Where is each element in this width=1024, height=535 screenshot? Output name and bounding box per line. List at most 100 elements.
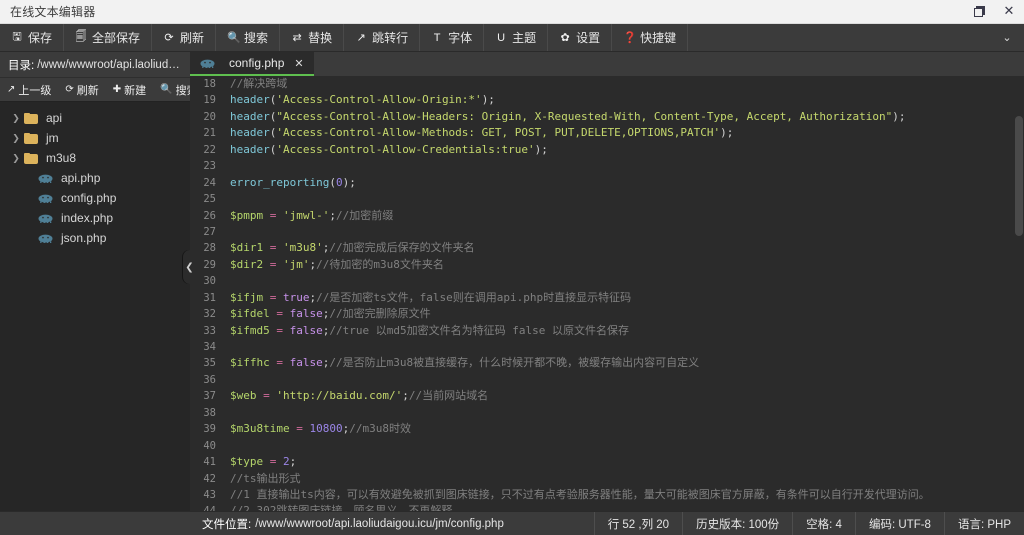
line-number: 42	[203, 472, 216, 485]
code-line[interactable]: 19 header('Access-Control-Allow-Origin:*'…	[190, 92, 1024, 108]
code-token: $ifmd5	[230, 323, 270, 337]
toolbar-save-all[interactable]: 🗐 全部保存	[64, 24, 153, 51]
code-line[interactable]: 36	[190, 372, 1024, 388]
tree-item-jm[interactable]: ❯ jm	[0, 128, 190, 148]
code-line[interactable]: 35 $iffhc = false;//是否防止m3u8被直接缓存，什么时候开都不…	[190, 355, 1024, 371]
code-line[interactable]: 44 //2 302跳转图床链接，顾名思义，不再解释	[190, 503, 1024, 511]
tree-item-index-php[interactable]: ❯ index.php	[0, 208, 190, 228]
cursor-position[interactable]: 行 52 ,列 20	[593, 512, 682, 535]
code-line[interactable]: 37 $web = 'http://baidu.com/';//当前网站域名	[190, 388, 1024, 404]
tree-item-json-php[interactable]: ❯ json.php	[0, 228, 190, 248]
history-versions[interactable]: 历史版本: 100份	[682, 512, 792, 535]
tree-item-api[interactable]: ❯ api	[0, 108, 190, 128]
tab-config-php[interactable]: config.php ✕	[190, 52, 314, 76]
code-lines[interactable]: 18//解决跨域 19 header('Access-Control-Allow-O…	[190, 76, 1024, 511]
tree-item-label: index.php	[61, 211, 114, 225]
code-line[interactable]: 20 header("Access-Control-Allow-Headers: …	[190, 109, 1024, 125]
line-number: 40	[203, 439, 216, 452]
toolbar-replace[interactable]: ⇄ 替换	[280, 24, 345, 51]
code-line[interactable]: 22 header('Access-Control-Allow-Credentia…	[190, 142, 1024, 158]
scrollbar-thumb[interactable]	[1015, 116, 1023, 236]
toolbar-refresh[interactable]: ⟳ 刷新	[152, 24, 217, 51]
editor-window: 在线文本编辑器 ✕ 🖫 保存 🗐 全部保存 ⟳ 刷新 🔍 搜索 ⇄ 替换 ↗ 跳转行 T 字体…	[0, 0, 1024, 535]
line-number: 31	[203, 291, 216, 304]
encoding[interactable]: 编码: UTF-8	[854, 512, 944, 535]
code-line[interactable]: 28 $dir1 = 'm3u8';//加密完成后保存的文件夹名	[190, 240, 1024, 256]
code-token: //待加密的m3u8文件夹名	[316, 257, 444, 271]
tree-item-m3u8[interactable]: ❯ m3u8	[0, 148, 190, 168]
code-token: $type	[230, 455, 264, 469]
close-button[interactable]: ✕	[994, 0, 1024, 24]
tree-item-config-php[interactable]: ❯ config.php	[0, 188, 190, 208]
tree-refresh-button[interactable]: ⟳ 刷新	[58, 78, 105, 101]
sidebar-collapse-handle[interactable]: ❮	[183, 250, 196, 284]
code-area[interactable]: 18//解决跨域 19 header('Access-Control-Allow-O…	[190, 76, 1024, 511]
toolbar-settings-label: 设置	[576, 31, 601, 45]
code-line[interactable]: 41 $type = 2;	[190, 454, 1024, 470]
toolbar-theme-label: 主题	[512, 31, 537, 45]
workspace: 目录: /www/wwwroot/api.laoliudaigou... ↗上一…	[0, 52, 1024, 511]
code-token: =	[263, 290, 283, 304]
line-number: 37	[203, 390, 216, 403]
restore-button[interactable]	[964, 0, 994, 24]
code-token: $pmpm	[230, 208, 264, 222]
language[interactable]: 语言: PHP	[943, 512, 1024, 535]
line-number: 41	[203, 456, 216, 469]
code-line[interactable]: 27	[190, 224, 1024, 240]
code-token: //当前网站域名	[408, 389, 489, 403]
tree-item-api-php[interactable]: ❯ api.php	[0, 168, 190, 188]
toolbar-expand-button[interactable]: ⌄	[990, 24, 1024, 51]
code-line-content: $m3u8time = 10800;//m3u8时效	[224, 421, 1024, 437]
code-token: //是否加密ts文件，false则在调用api.php时直接显示特征码	[316, 290, 632, 304]
code-line[interactable]: 34	[190, 339, 1024, 355]
goto-line-icon: ↗	[356, 32, 366, 44]
toolbar-goto-line[interactable]: ↗ 跳转行	[344, 24, 421, 51]
chevron-right-icon[interactable]: ❯	[8, 153, 24, 164]
code-token: 'Access-Control-Allow-Credentials:true'	[276, 142, 535, 156]
code-line[interactable]: 31 $ifjm = true;//是否加密ts文件，false则在调用api.p…	[190, 290, 1024, 306]
up-level-button[interactable]: ↗ 上一级	[0, 78, 58, 101]
toolbar-save[interactable]: 🖫 保存	[0, 24, 65, 51]
toolbar-save-all-label: 全部保存	[92, 31, 141, 45]
toolbar-settings[interactable]: ✿ 设置	[548, 24, 613, 51]
code-token: header	[230, 93, 270, 107]
window-controls: ✕	[964, 0, 1024, 23]
php-file-icon	[38, 212, 53, 225]
code-token: );	[481, 93, 495, 107]
code-token: //加密前缀	[335, 208, 394, 222]
toolbar-search[interactable]: 🔍 搜索	[216, 24, 281, 51]
new-file-button[interactable]: ✚ 新建	[106, 78, 153, 101]
code-line-content: $pmpm = 'jmwl-';//加密前缀	[224, 208, 1024, 224]
toolbar-font[interactable]: T 字体	[420, 24, 485, 51]
file-sidebar: 目录: /www/wwwroot/api.laoliudaigou... ↗上一…	[0, 52, 198, 511]
code-line[interactable]: 26 $pmpm = 'jmwl-';//加密前缀	[190, 208, 1024, 224]
code-token: =	[263, 455, 283, 469]
code-line[interactable]: 24 error_reporting(0);	[190, 175, 1024, 191]
toolbar-shortcuts[interactable]: ❓ 快捷键	[612, 24, 689, 51]
code-line[interactable]: 39 $m3u8time = 10800;//m3u8时效	[190, 421, 1024, 437]
code-line[interactable]: 38	[190, 405, 1024, 421]
code-line[interactable]: 30	[190, 273, 1024, 289]
tab-close-icon[interactable]: ✕	[294, 57, 303, 70]
indent-spaces[interactable]: 空格: 4	[792, 512, 855, 535]
code-line[interactable]: 33 $ifmd5 = false;//true 以md5加密文件名为特征码 fa…	[190, 323, 1024, 339]
vertical-scrollbar[interactable]	[1014, 76, 1024, 511]
chevron-right-icon[interactable]: ❯	[8, 113, 24, 124]
code-line[interactable]: 23	[190, 158, 1024, 174]
code-line[interactable]: 29 $dir2 = 'jm';//待加密的m3u8文件夹名	[190, 257, 1024, 273]
code-line[interactable]: 32 $ifdel = false;//加密完删除原文件	[190, 306, 1024, 322]
code-line[interactable]: 40	[190, 438, 1024, 454]
code-line[interactable]: 42 //ts输出形式	[190, 471, 1024, 487]
code-line-content: header("Access-Control-Allow-Headers: Or…	[224, 109, 1024, 125]
code-token: $m3u8time	[230, 422, 290, 436]
code-line[interactable]: 25	[190, 191, 1024, 207]
code-line[interactable]: 21 header('Access-Control-Allow-Methods: …	[190, 125, 1024, 141]
code-token: //加密完删除原文件	[329, 307, 431, 321]
code-line[interactable]: 43 //1 直接输出ts内容，可以有效避免被抓到图床链接，只不过有点考验服务器性…	[190, 487, 1024, 503]
directory-path[interactable]: /www/wwwroot/api.laoliudaigou...	[37, 59, 182, 71]
chevron-right-icon[interactable]: ❯	[8, 133, 24, 144]
code-line[interactable]: 18 //解决跨域	[190, 76, 1024, 92]
line-number: 19	[203, 94, 216, 107]
toolbar-theme[interactable]: U 主题	[484, 24, 549, 51]
tree-item-label: jm	[46, 131, 59, 145]
